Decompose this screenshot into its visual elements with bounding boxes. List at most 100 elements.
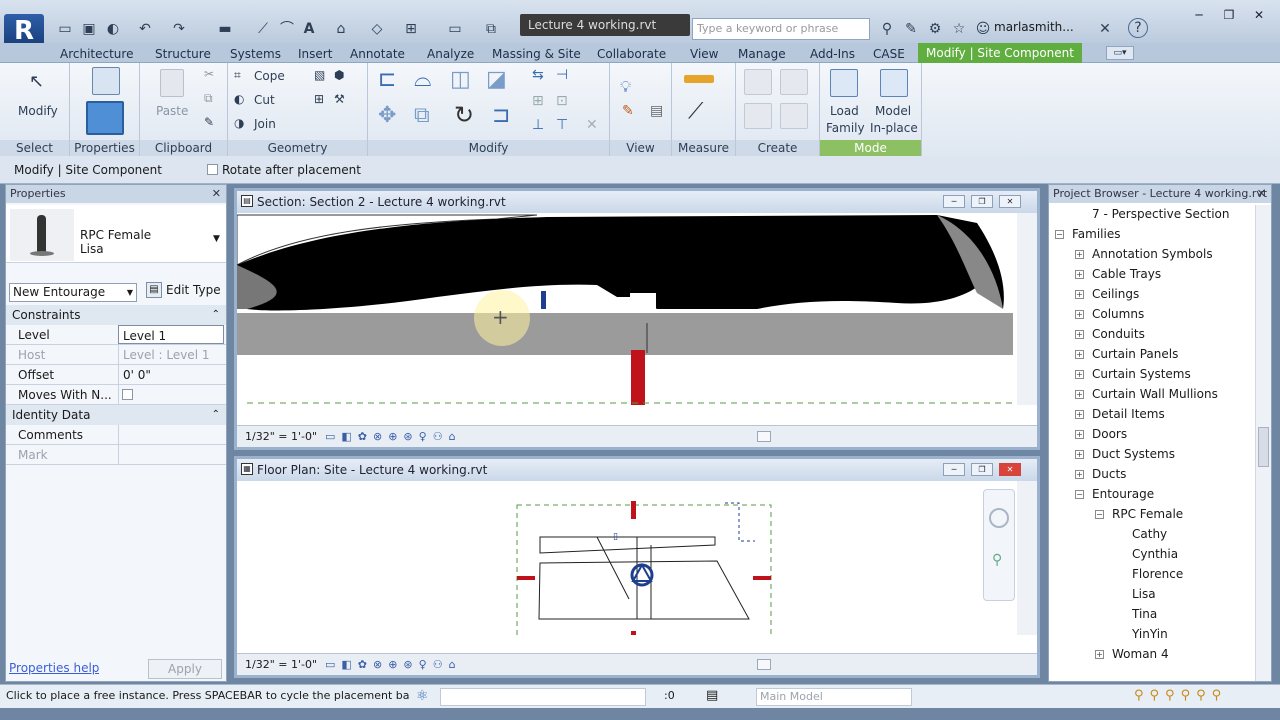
measure-icon[interactable]: ⟋ xyxy=(252,18,274,40)
create-group-icon[interactable] xyxy=(744,103,772,129)
hide-in-view-icon[interactable]: 💡︎ xyxy=(620,77,631,97)
horizontal-scroll-thumb[interactable] xyxy=(757,659,771,670)
browser-item[interactable]: + Curtain Panels xyxy=(1075,347,1178,361)
paste-button[interactable]: Paste xyxy=(156,104,188,118)
match-properties-icon[interactable]: ✎ xyxy=(204,115,214,129)
properties-help-link[interactable]: Properties help xyxy=(9,661,99,675)
offset-field[interactable]: 0' 0" xyxy=(118,365,224,384)
load-family-icon[interactable] xyxy=(830,69,858,97)
aligned-dimension-icon[interactable]: ⟋ xyxy=(688,99,703,124)
save-icon[interactable]: ▣ xyxy=(78,18,100,40)
help-icon[interactable]: ? xyxy=(1128,18,1148,38)
cursor-icon[interactable]: ↖ xyxy=(29,71,44,92)
create-parts-icon[interactable] xyxy=(780,69,808,95)
browser-item[interactable]: + Duct Systems xyxy=(1075,447,1175,461)
demolish-icon[interactable]: ⚒ xyxy=(334,92,345,106)
horizontal-scroll-thumb[interactable] xyxy=(757,431,771,442)
minimize-icon[interactable]: ─ xyxy=(943,195,965,208)
browser-item[interactable]: 7 - Perspective Section xyxy=(1075,207,1230,221)
open-icon[interactable]: ▭ xyxy=(54,18,76,40)
rotate-after-placement-checkbox[interactable] xyxy=(207,164,218,175)
properties-palette-icon[interactable] xyxy=(86,101,124,135)
model-inplace-line1[interactable]: Model xyxy=(875,104,911,118)
rotate-icon[interactable]: ↻ xyxy=(454,101,474,129)
expand-icon[interactable]: + xyxy=(1095,650,1104,659)
worksets-icon[interactable]: ⚛ xyxy=(416,688,429,704)
binoculars-icon[interactable]: ⚲ xyxy=(876,18,898,40)
tab-massing-site[interactable]: Massing & Site xyxy=(492,45,581,63)
edit-type-icon[interactable]: ▤ xyxy=(146,282,162,298)
section-scale[interactable]: 1/32" = 1'-0" xyxy=(245,430,317,443)
close-window-button[interactable]: ✕ xyxy=(1244,6,1274,26)
browser-item[interactable]: Lisa xyxy=(1115,587,1156,601)
tab-manage[interactable]: Manage xyxy=(738,45,786,63)
pin-icon[interactable]: ⊥ xyxy=(532,117,544,133)
workset-select[interactable] xyxy=(440,688,646,706)
expand-icon[interactable]: + xyxy=(1075,410,1084,419)
cope-icon[interactable]: ⌗ xyxy=(234,68,241,83)
dimension-icon[interactable]: ⌒ xyxy=(276,18,298,40)
plan-scale[interactable]: 1/32" = 1'-0" xyxy=(245,658,317,671)
switch-windows-icon[interactable]: ⧉ xyxy=(480,18,502,40)
browser-item[interactable]: + Curtain Wall Mullions xyxy=(1075,387,1218,401)
scale-icon[interactable]: ⊡ xyxy=(556,93,568,109)
sync-icon[interactable]: ◐ xyxy=(102,18,124,40)
print-icon[interactable]: ▬ xyxy=(214,18,236,40)
measure-panel-label[interactable]: Measure xyxy=(672,140,735,156)
mirror-draw-icon[interactable]: ◪ xyxy=(486,67,507,92)
tab-insert[interactable]: Insert xyxy=(298,45,332,63)
instance-filter-select[interactable]: New Entourage ▼ xyxy=(9,283,137,302)
tab-structure[interactable]: Structure xyxy=(155,45,211,63)
view-control-icons[interactable]: ▭◧✿⊗⊕⊛♀⚇⌂ xyxy=(325,426,462,448)
plan-canvas[interactable]: ▯ xyxy=(237,481,1013,635)
redo-icon[interactable]: ↷ xyxy=(168,18,190,40)
create-similar-icon[interactable] xyxy=(780,103,808,129)
user-icon[interactable]: ☺ xyxy=(972,18,994,40)
model-inplace-line2[interactable]: In-place xyxy=(870,121,918,135)
exchange-icon[interactable]: ✕ xyxy=(1094,18,1116,40)
tab-collaborate[interactable]: Collaborate xyxy=(597,45,666,63)
3d-view-icon[interactable]: ⌂ xyxy=(330,18,352,40)
expand-icon[interactable]: + xyxy=(1075,370,1084,379)
text-icon[interactable]: A xyxy=(298,18,320,40)
browser-item[interactable]: + Columns xyxy=(1075,307,1144,321)
section-canvas[interactable]: + xyxy=(237,213,1013,405)
thin-lines-icon[interactable]: ⊞ xyxy=(400,18,422,40)
tab-systems[interactable]: Systems xyxy=(230,45,281,63)
expand-icon[interactable]: + xyxy=(1075,290,1084,299)
tab-case[interactable]: CASE xyxy=(873,45,905,63)
expand-icon[interactable]: + xyxy=(1075,430,1084,439)
load-family-line1[interactable]: Load xyxy=(830,104,859,118)
array-icon[interactable]: ⊞ xyxy=(532,93,544,109)
model-inplace-icon[interactable] xyxy=(880,69,908,97)
section-icon[interactable]: ◇ xyxy=(366,18,388,40)
browser-item[interactable]: + Ceilings xyxy=(1075,287,1139,301)
unpin-icon[interactable]: ⊤ xyxy=(556,117,568,133)
communication-icon[interactable]: ⚙ xyxy=(924,18,946,40)
trim-icon[interactable]: ⊣ xyxy=(556,67,568,83)
browser-item[interactable]: Tina xyxy=(1115,607,1157,621)
cope-button[interactable]: Cope xyxy=(254,69,285,83)
comments-field[interactable] xyxy=(118,425,224,444)
design-options-icon[interactable]: ▤ xyxy=(706,688,718,703)
browser-item[interactable]: Florence xyxy=(1115,567,1183,581)
modify-button[interactable]: Modify xyxy=(18,104,58,118)
user-name[interactable]: marlasmith... xyxy=(994,20,1074,34)
view-panel-label[interactable]: View xyxy=(610,140,671,156)
measure-between-icon[interactable] xyxy=(684,75,714,83)
expand-icon[interactable]: + xyxy=(1075,330,1084,339)
browser-item[interactable]: Cathy xyxy=(1115,527,1167,541)
browser-item[interactable]: + Woman 4 xyxy=(1095,647,1169,661)
expand-icon[interactable]: + xyxy=(1075,350,1084,359)
wall-joins-icon[interactable]: ⊞ xyxy=(314,92,324,106)
steering-wheel-icon[interactable] xyxy=(989,508,1009,528)
type-selector[interactable]: RPC Female Lisa ▼ xyxy=(6,205,226,263)
minimize-icon[interactable]: ─ xyxy=(943,463,965,476)
tab-view[interactable]: View xyxy=(690,45,718,63)
browser-item[interactable]: YinYin xyxy=(1115,627,1168,641)
mirror-axis-icon[interactable]: ◫ xyxy=(450,67,471,92)
subscription-icon[interactable]: ✎ xyxy=(900,18,922,40)
expand-icon[interactable]: + xyxy=(1075,390,1084,399)
collapse-icon[interactable]: ⌃ xyxy=(212,305,220,325)
split-face-icon[interactable]: ▧ xyxy=(314,68,325,82)
